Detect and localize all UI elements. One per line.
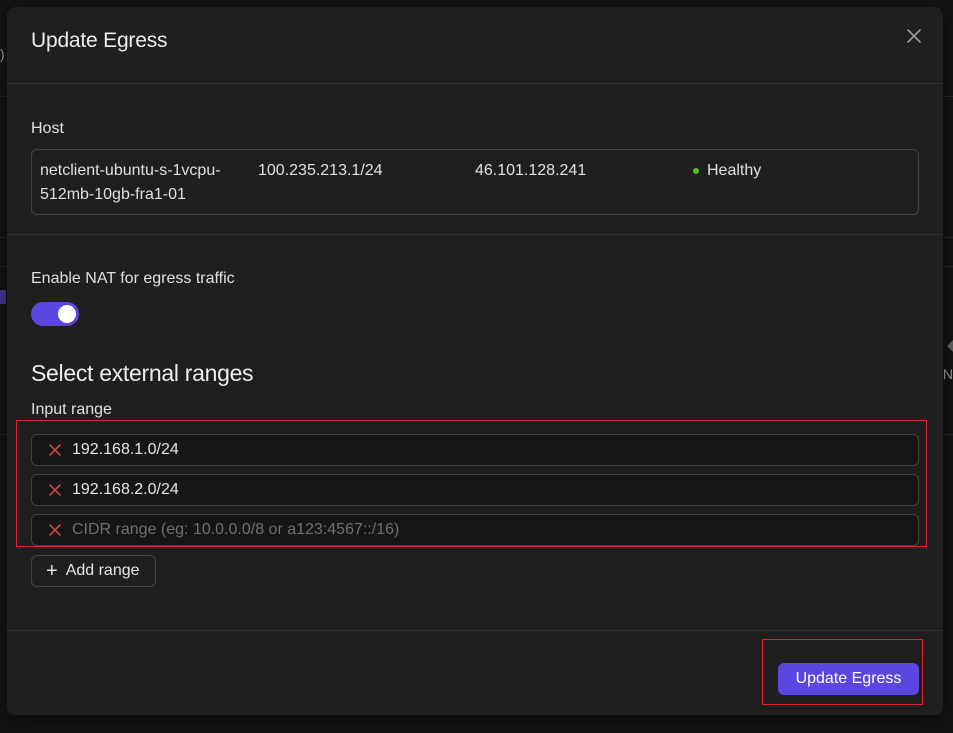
status-label: Healthy xyxy=(707,162,762,179)
host-name: netclient-ubuntu-s-1vcpu-512mb-10gb-fra1… xyxy=(40,162,221,203)
host-status: Healthy xyxy=(693,159,761,183)
update-egress-modal: Update Egress Host netclient-ubuntu-s-1v… xyxy=(7,7,943,715)
add-range-button[interactable]: + Add range xyxy=(31,555,156,587)
host-label: Host xyxy=(31,120,64,137)
plus-icon: + xyxy=(46,560,58,582)
modal-header: Update Egress xyxy=(7,7,943,84)
ranges-heading: Select external ranges xyxy=(31,360,254,386)
background-text-fragment: ) xyxy=(0,46,5,62)
add-range-label: Add range xyxy=(65,562,140,579)
host-card: netclient-ubuntu-s-1vcpu-512mb-10gb-fra1… xyxy=(31,149,919,215)
host-public-ip: 46.101.128.241 xyxy=(475,162,587,179)
nat-toggle[interactable] xyxy=(31,302,79,326)
status-dot-icon xyxy=(693,168,699,174)
nat-section: Enable NAT for egress traffic Select ext… xyxy=(7,235,943,419)
background-text-fragment: N xyxy=(942,366,953,382)
ranges-highlight-frame xyxy=(16,420,927,547)
submit-highlight-frame xyxy=(762,639,923,705)
background-arrow-icon xyxy=(947,340,953,352)
background-accent-fragment xyxy=(0,290,6,304)
close-button[interactable] xyxy=(903,25,925,47)
host-address: 100.235.213.1/24 xyxy=(258,162,383,179)
close-icon xyxy=(907,29,921,43)
toggle-knob xyxy=(58,305,76,323)
host-section: Host netclient-ubuntu-s-1vcpu-512mb-10gb… xyxy=(7,84,943,235)
footer-divider xyxy=(7,630,943,631)
modal-title: Update Egress xyxy=(31,29,168,52)
nat-label: Enable NAT for egress traffic xyxy=(31,270,235,287)
input-range-label: Input range xyxy=(31,401,112,418)
